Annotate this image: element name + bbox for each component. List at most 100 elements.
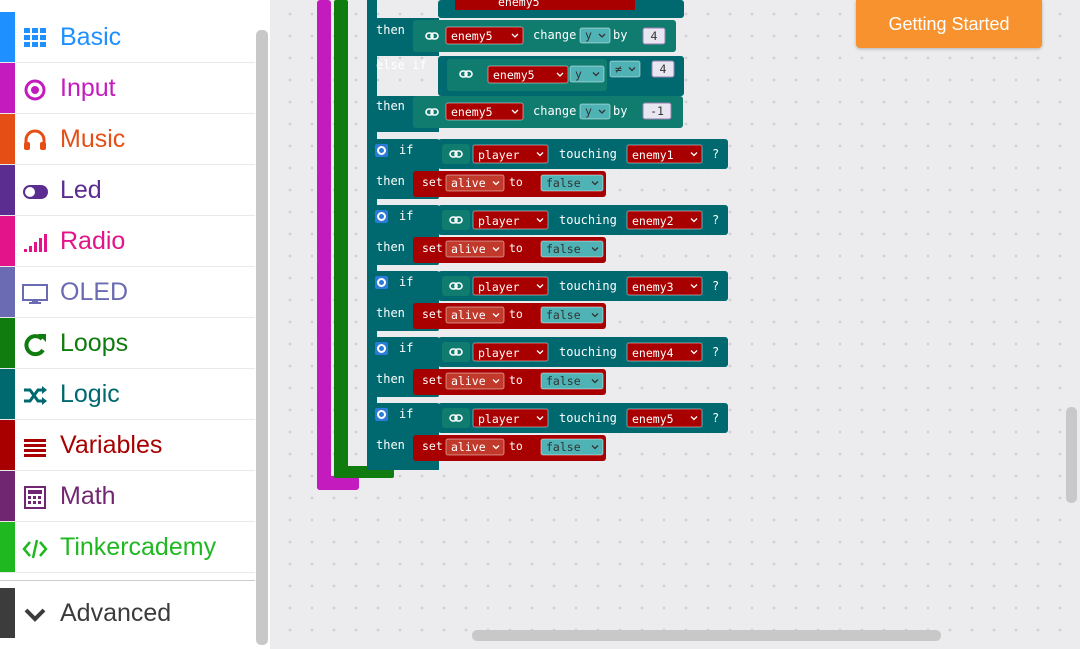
to-label: to — [509, 175, 523, 189]
question-mark-label: ? — [712, 147, 719, 161]
sprite-block[interactable] — [442, 408, 470, 428]
sprite-block-body — [442, 210, 470, 230]
variable-dropdown[interactable]: alive — [445, 174, 505, 192]
sprite-block-body — [442, 408, 470, 428]
gear-icon-bg — [375, 408, 388, 421]
sprite-dropdown-label: enemy5 — [451, 105, 493, 119]
boolean-dropdown-label: false — [546, 374, 581, 388]
change-label: change — [533, 104, 576, 118]
target-dropdown[interactable]: enemy3 — [626, 276, 703, 296]
by-label: by — [613, 28, 627, 42]
variable-dropdown[interactable]: alive — [445, 372, 505, 390]
boolean-dropdown-label: false — [546, 440, 581, 454]
touching-label: touching — [559, 411, 617, 425]
subject-dropdown-label: player — [478, 412, 520, 426]
property-dropdown-label: y — [585, 28, 592, 42]
boolean-dropdown[interactable]: false — [540, 438, 604, 456]
number-input-value: -1 — [650, 104, 664, 118]
workspace-vertical-scrollbar[interactable] — [1066, 407, 1077, 503]
variable-label: enemy5 — [498, 0, 540, 9]
variable-dropdown[interactable]: alive — [445, 438, 505, 456]
property-dropdown[interactable]: y — [579, 27, 611, 44]
subject-dropdown[interactable]: player — [472, 408, 549, 428]
target-dropdown[interactable]: enemy5 — [626, 408, 703, 428]
touching-label: touching — [559, 213, 617, 227]
getting-started-button[interactable]: Getting Started — [856, 0, 1042, 48]
target-dropdown[interactable]: enemy4 — [626, 342, 703, 362]
property-dropdown-label: y — [575, 67, 582, 81]
set-label: set — [422, 175, 443, 189]
property-dropdown-label: y — [585, 104, 592, 118]
target-dropdown[interactable]: enemy1 — [626, 144, 703, 164]
boolean-dropdown-label: false — [546, 308, 581, 322]
set-label: set — [422, 439, 443, 453]
subject-dropdown-label: player — [478, 214, 520, 228]
subject-dropdown-label: player — [478, 346, 520, 360]
boolean-dropdown-label: false — [546, 176, 581, 190]
number-input-value: 4 — [651, 29, 658, 43]
boolean-dropdown[interactable]: false — [540, 174, 604, 192]
target-dropdown-label: enemy4 — [632, 346, 674, 360]
then-label: then — [376, 240, 405, 254]
property-dropdown[interactable]: y — [569, 65, 605, 83]
to-label: to — [509, 307, 523, 321]
number-input[interactable]: 4 — [642, 27, 666, 45]
then-label: then — [376, 99, 405, 113]
subject-dropdown-label: player — [478, 280, 520, 294]
sprite-dropdown[interactable]: enemy5 — [445, 26, 524, 45]
question-mark-label: ? — [712, 411, 719, 425]
then-label: then — [376, 372, 405, 386]
sprite-block[interactable] — [442, 144, 470, 164]
target-dropdown-label: enemy2 — [632, 214, 674, 228]
gear-icon-bg — [375, 276, 388, 289]
set-label: set — [422, 241, 443, 255]
sprite-block[interactable] — [442, 210, 470, 230]
subject-dropdown[interactable]: player — [472, 276, 549, 296]
else-if-label: else if — [376, 58, 427, 72]
then-label: then — [376, 174, 405, 188]
if-label: if — [399, 275, 413, 289]
variable-dropdown[interactable]: alive — [445, 306, 505, 324]
boolean-dropdown-label: false — [546, 242, 581, 256]
number-input[interactable]: -1 — [642, 102, 672, 120]
gear-icon-bg — [375, 210, 388, 223]
target-dropdown[interactable]: enemy2 — [626, 210, 703, 230]
gear-icon[interactable] — [375, 276, 388, 289]
gear-icon[interactable] — [375, 342, 388, 355]
number-input[interactable]: 4 — [651, 60, 675, 78]
touching-label: touching — [559, 279, 617, 293]
gear-icon[interactable] — [375, 144, 388, 157]
boolean-dropdown[interactable]: false — [540, 372, 604, 390]
subject-dropdown[interactable]: player — [472, 144, 549, 164]
operator-dropdown[interactable]: ≠ — [609, 60, 641, 78]
subject-dropdown-label: player — [478, 148, 520, 162]
event-block-bar — [317, 0, 331, 490]
if-label: if — [399, 341, 413, 355]
sprite-dropdown[interactable]: enemy5 — [487, 65, 569, 84]
gear-icon[interactable] — [375, 408, 388, 421]
property-dropdown[interactable]: y — [579, 103, 611, 120]
target-dropdown-label: enemy3 — [632, 280, 674, 294]
gear-icon-bg — [375, 144, 388, 157]
sprite-block[interactable] — [418, 26, 442, 46]
sprite-block[interactable] — [452, 64, 476, 84]
sprite-block-body — [442, 144, 470, 164]
boolean-dropdown[interactable]: false — [540, 240, 604, 258]
sprite-block[interactable] — [442, 276, 470, 296]
subject-dropdown[interactable]: player — [472, 210, 549, 230]
to-label: to — [509, 373, 523, 387]
if-label: if — [399, 407, 413, 421]
to-label: to — [509, 241, 523, 255]
sprite-block[interactable] — [418, 102, 442, 122]
variable-dropdown-label: alive — [451, 176, 486, 190]
variable-dropdown[interactable]: alive — [445, 240, 505, 258]
sprite-dropdown[interactable]: enemy5 — [445, 102, 524, 121]
target-dropdown-label: enemy1 — [632, 148, 674, 162]
sprite-block[interactable] — [442, 342, 470, 362]
gear-icon[interactable] — [375, 210, 388, 223]
subject-dropdown[interactable]: player — [472, 342, 549, 362]
boolean-dropdown[interactable]: false — [540, 306, 604, 324]
by-label: by — [613, 104, 627, 118]
to-label: to — [509, 439, 523, 453]
workspace-horizontal-scrollbar[interactable] — [472, 630, 941, 641]
